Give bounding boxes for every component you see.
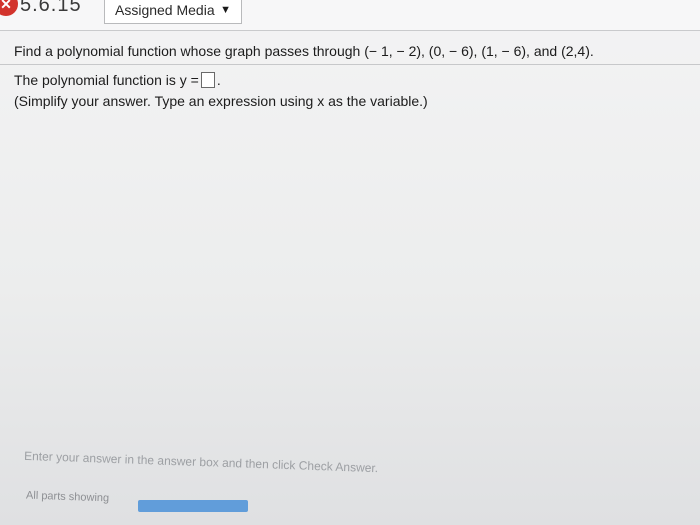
answer-hint: (Simplify your answer. Type an expressio… xyxy=(14,93,428,109)
answer-suffix: . xyxy=(216,72,221,88)
incorrect-x-icon: ✕ xyxy=(0,0,18,16)
problem-number: 5.6.15 xyxy=(20,0,82,16)
footer-instruction: Enter your answer in the answer box and … xyxy=(23,448,379,476)
divider xyxy=(0,64,700,65)
screen: ✕ 5.6.15 Assigned Media ▼ Find a polynom… xyxy=(0,0,700,525)
answer-input-box[interactable] xyxy=(200,72,215,88)
parts-showing-label: All parts showing xyxy=(25,489,110,505)
assigned-media-label: Assigned Media xyxy=(115,2,215,18)
caret-down-icon: ▼ xyxy=(220,4,231,16)
question-prompt: Find a polynomial function whose graph p… xyxy=(14,43,594,59)
top-bar: ✕ 5.6.15 Assigned Media ▼ xyxy=(0,0,700,31)
assigned-media-dropdown[interactable]: Assigned Media ▼ xyxy=(104,0,242,24)
answer-label: The polynomial function is y = xyxy=(14,72,199,88)
answer-line: The polynomial function is y = . xyxy=(14,72,221,88)
parts-progress-bar[interactable] xyxy=(138,500,248,512)
